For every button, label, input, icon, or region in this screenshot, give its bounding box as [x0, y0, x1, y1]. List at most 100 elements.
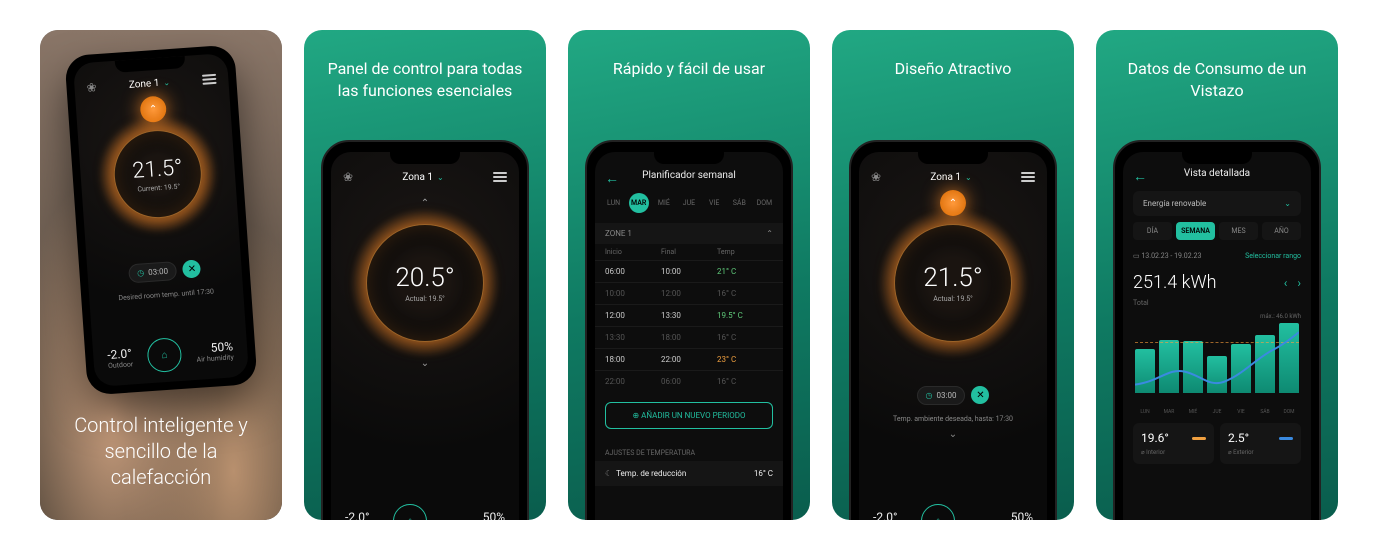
timer-pill[interactable]: ◷03:00: [128, 261, 178, 283]
humidity-readout: 50%Humedad atmos.: [979, 510, 1033, 520]
target-temp: 20.5°: [395, 263, 454, 293]
period-tab[interactable]: MES: [1219, 222, 1258, 240]
source-dropdown[interactable]: Energía renovable⌄: [1133, 191, 1301, 216]
temp-down-button[interactable]: ⌄: [412, 350, 438, 376]
timer-pill[interactable]: ◷03:00: [917, 386, 966, 405]
menu-icon[interactable]: [493, 172, 507, 182]
outdoor-readout: -2.0°Exterior: [345, 510, 369, 520]
screenshot-card-3: Rápido y fácil de usar ← Planificador se…: [568, 30, 810, 520]
home-button[interactable]: ⌂: [393, 504, 427, 520]
desired-temp-label: Desired room temp. until 17:30: [89, 285, 243, 304]
schedule-row[interactable]: 13:3018:0016° C: [595, 326, 783, 348]
screenshot-card-1: ❀ Zone 1⌄ ⌃ 21.5° Current: 19.5° ◷03:00 …: [40, 30, 282, 520]
schedule-row[interactable]: 12:0013:3019.5° C: [595, 304, 783, 326]
menu-icon[interactable]: [202, 74, 217, 85]
card-title: Rápido y fácil de usar: [568, 30, 810, 92]
screenshot-card-4: Diseño Atractivo ❀ Zona 1⌄ ⌃ 21.5° Actua…: [832, 30, 1074, 520]
temp-down-button[interactable]: ⌄: [859, 429, 1047, 440]
moon-icon: ☾: [605, 469, 612, 478]
stat-exterior: 2.5° ⌀ Exterior: [1220, 423, 1301, 464]
kwh-sublabel: Total: [1123, 299, 1311, 307]
next-button[interactable]: ›: [1297, 276, 1301, 290]
period-tab[interactable]: AÑO: [1262, 222, 1301, 240]
card-title: Diseño Atractivo: [832, 30, 1074, 92]
phone-mock: ← Planificador semanal LUNMARMIÉJUEVIESÁ…: [585, 140, 793, 520]
add-period-button[interactable]: ⊕ AÑADIR UN NUEVO PERIODO: [605, 402, 773, 429]
phone-notch: [1182, 152, 1252, 164]
day-tab[interactable]: MIÉ: [654, 193, 674, 213]
app-logo-icon: ❀: [86, 80, 97, 95]
marker-blue-icon: [1279, 437, 1293, 440]
schedule-row[interactable]: 22:0006:0016° C: [595, 370, 783, 392]
table-header: InicioFinalTemp: [595, 244, 783, 260]
calendar-icon: ▭: [1133, 252, 1140, 260]
select-range-button[interactable]: Seleccionar rango: [1245, 252, 1301, 260]
clock-icon: ◷: [137, 268, 145, 277]
chevron-up-icon: ⌃: [766, 229, 773, 238]
stat-interior: 19.6° ⌀ Interior: [1133, 423, 1214, 464]
phone-notch: [654, 152, 724, 164]
app-logo-icon: ❀: [343, 170, 353, 184]
current-temp: Actual: 19.5°: [933, 295, 973, 303]
schedule-row[interactable]: 10:0012:0016° C: [595, 282, 783, 304]
current-temp: Actual: 19.5°: [405, 295, 445, 303]
phone-notch: [390, 152, 460, 164]
humidity-readout: 50%Humedad atmos.: [451, 510, 505, 520]
section-label: AJUSTES DE TEMPERATURA: [595, 439, 783, 461]
phone-mock: ❀ Zona 1⌄ ⌃ 21.5° Actual: 19.5° ◷03:00 ✕…: [849, 140, 1057, 520]
temp-dial[interactable]: ⌃ 20.5° Actual: 19.5° ⌄: [350, 208, 500, 358]
zone-selector[interactable]: Zone 1⌄: [129, 77, 171, 91]
close-timer-button[interactable]: ✕: [182, 259, 201, 278]
period-tab[interactable]: SEMANA: [1176, 222, 1215, 240]
phone-notch: [918, 152, 988, 164]
day-tab[interactable]: MAR: [629, 193, 649, 213]
schedule-row[interactable]: 18:0022:0023° C: [595, 348, 783, 370]
photo-phone: ❀ Zone 1⌄ ⌃ 21.5° Current: 19.5° ◷03:00 …: [64, 44, 257, 395]
desired-temp-label: Temp. ambiente deseada, hasta: 17:30: [859, 415, 1047, 423]
temp-dial[interactable]: ⌃ 21.5° Actual: 19.5°: [878, 208, 1028, 358]
card-caption: Control inteligente y sencillo de la cal…: [40, 412, 282, 490]
schedule-row[interactable]: 06:0010:0021° C: [595, 260, 783, 282]
back-button[interactable]: ←: [1133, 168, 1147, 185]
zone-row[interactable]: ZONE 1⌃: [595, 223, 783, 244]
reduction-row[interactable]: ☾Temp. de reducción 16° C: [595, 461, 783, 486]
schedule-table: 06:0010:0021° C10:0012:0016° C12:0013:30…: [595, 260, 783, 392]
zone-selector[interactable]: Zona 1⌄: [930, 172, 971, 183]
card-title: Datos de Consumo de un Vistazo: [1096, 30, 1338, 113]
bar-chart: máx.: 46.0 kWh: [1133, 315, 1301, 405]
day-tab[interactable]: VIE: [704, 193, 724, 213]
day-selector: LUNMARMIÉJUEVIESÁBDOM: [595, 189, 783, 223]
day-tab[interactable]: DOM: [754, 193, 774, 213]
plus-icon: ⊕: [632, 411, 639, 420]
day-tab[interactable]: LUN: [604, 193, 624, 213]
home-icon: ⌂: [161, 349, 168, 360]
screenshot-card-2: Panel de control para todas las funcione…: [304, 30, 546, 520]
back-button[interactable]: ←: [605, 170, 619, 187]
date-range-row: ▭ 13.02.23 - 19.02.23 Seleccionar rango: [1123, 246, 1311, 266]
chevron-down-icon: ⌄: [1284, 199, 1291, 208]
current-temp: Current: 19.5°: [137, 182, 180, 193]
close-timer-button[interactable]: ✕: [971, 386, 989, 404]
phone-mock: ❀ Zona 1⌄ ⌃ 20.5° Actual: 19.5° ⌄ -2.0°E…: [321, 140, 529, 520]
outdoor-readout: -2.0°Exterior: [873, 510, 897, 520]
chart-curve: [1135, 319, 1299, 417]
app-logo-icon: ❀: [871, 170, 881, 184]
prev-button[interactable]: ‹: [1284, 276, 1288, 290]
menu-icon[interactable]: [1021, 172, 1035, 182]
target-temp: 21.5°: [132, 155, 184, 183]
temp-dial[interactable]: ⌃ 21.5° Current: 19.5°: [94, 110, 222, 238]
home-icon: ⌂: [935, 516, 941, 521]
phone-mock: ← Vista detallada Energía renovable⌄ DÍA…: [1113, 140, 1321, 520]
home-button[interactable]: ⌂: [146, 337, 182, 373]
zone-selector[interactable]: Zona 1⌄: [402, 172, 443, 183]
screenshot-card-5: Datos de Consumo de un Vistazo ← Vista d…: [1096, 30, 1338, 520]
card-title: Panel de control para todas las funcione…: [304, 30, 546, 113]
day-tab[interactable]: SÁB: [729, 193, 749, 213]
day-tab[interactable]: JUE: [679, 193, 699, 213]
home-button[interactable]: ⌂: [921, 504, 955, 520]
target-temp: 21.5°: [923, 263, 982, 293]
outdoor-readout: -2.0°Outdoor: [107, 346, 134, 370]
period-tab[interactable]: DÍA: [1133, 222, 1172, 240]
clock-icon: ◷: [926, 391, 933, 400]
humidity-readout: 50%Air humidity: [195, 339, 234, 364]
